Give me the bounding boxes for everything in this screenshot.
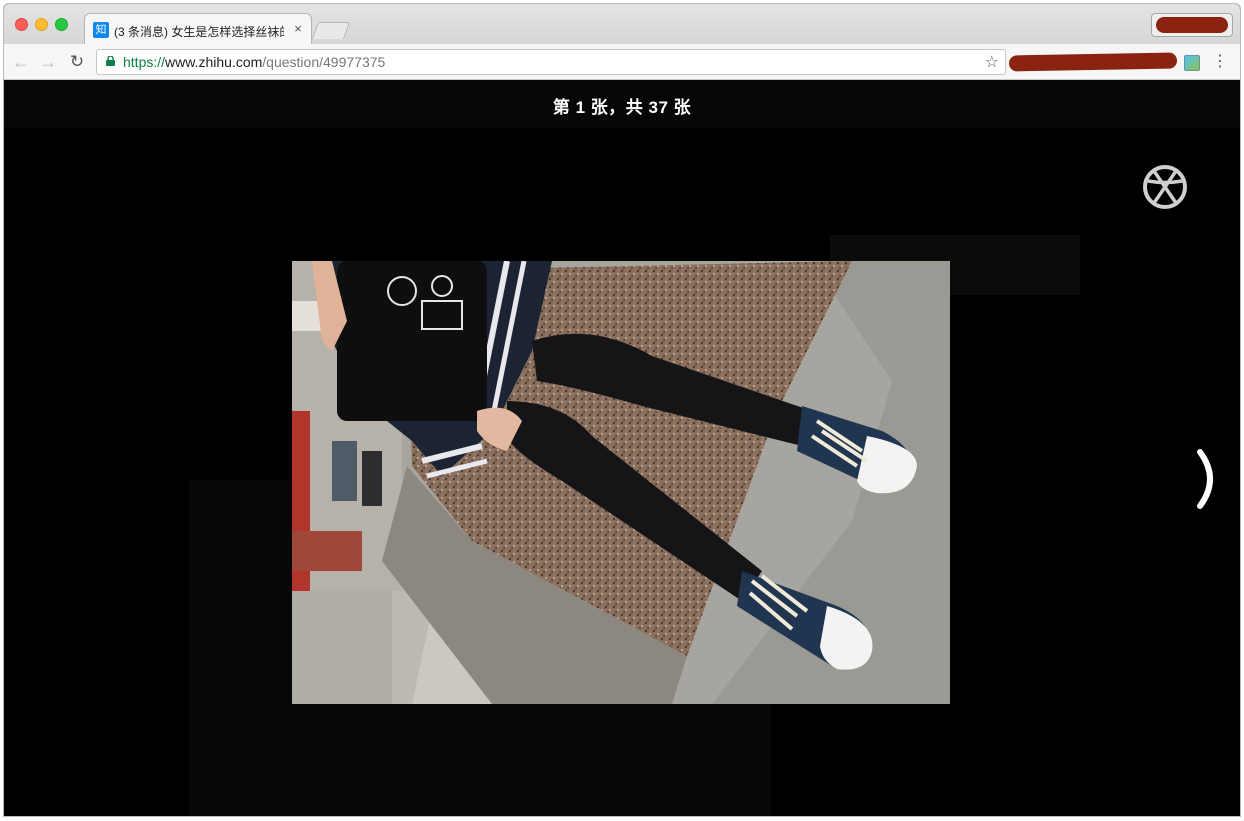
close-window-button[interactable] [15,18,28,31]
url-path: /question/49977375 [262,54,386,70]
image-counter: 第 1 张，共 37 张 [552,98,692,117]
minimize-window-button[interactable] [35,18,48,31]
photo-image [292,261,950,704]
back-arrow-icon[interactable]: ← [10,51,32,73]
chevron-right-icon[interactable] [1190,444,1224,514]
extension-icon[interactable] [1184,55,1200,71]
lock-icon [106,56,115,66]
tab-close-icon[interactable]: × [291,21,305,36]
tab-title: (3 条消息) 女生是怎样选择丝袜的？ [114,25,284,39]
zhihu-favicon-icon: 知 [93,22,109,38]
image-viewer-overlay[interactable]: 第 1 张，共 37 张 [4,80,1240,816]
url-scheme: https:// [123,54,166,70]
forward-arrow-icon[interactable]: → [37,51,59,73]
browser-window: 知 (3 条消息) 女生是怎样选择丝袜的？ × ← → ↻ https://ww… [4,4,1240,816]
url-host: www.zhihu.com [165,54,263,70]
reload-icon[interactable]: ↻ [66,51,88,73]
redacted-extensions [1008,52,1178,72]
zoom-window-button[interactable] [55,18,68,31]
url-text: https://www.zhihu.com/question/49977375 [123,54,385,70]
bookmark-star-icon[interactable]: ☆ [985,52,999,72]
address-bar[interactable]: https://www.zhihu.com/question/49977375 … [96,49,1006,75]
new-tab-button[interactable] [311,22,351,39]
browser-menu-icon[interactable]: ⋮ [1212,52,1228,72]
profile-button[interactable] [1151,13,1233,37]
tab-zhihu-question[interactable]: 知 (3 条消息) 女生是怎样选择丝袜的？ × [84,13,312,45]
browser-toolbar: ← → ↻ https://www.zhihu.com/question/499… [4,44,1240,80]
tab-strip: 知 (3 条消息) 女生是怎样选择丝袜的？ × [4,4,1240,45]
redacted-profile-name [1156,17,1228,33]
close-circle-icon[interactable] [1140,162,1190,212]
